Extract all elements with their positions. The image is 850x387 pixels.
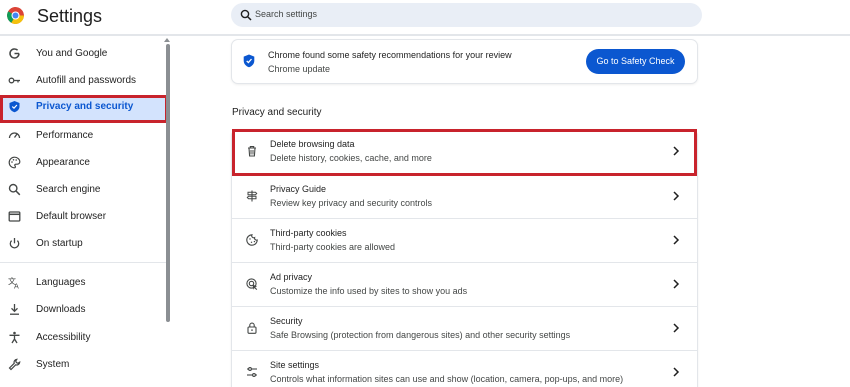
row-title: Ad privacy: [270, 272, 313, 282]
row-ad-privacy[interactable]: Ad privacy Customize the info used by si…: [232, 262, 697, 306]
svg-text:A: A: [14, 283, 19, 290]
safety-recommendation-card: Chrome found some safety recommendations…: [232, 40, 697, 83]
speedometer-icon: [8, 132, 21, 139]
sliders-icon: [247, 367, 257, 377]
row-subtitle: Review key privacy and security controls: [270, 198, 433, 208]
sidebar-item-system[interactable]: System: [0, 353, 166, 377]
sidebar-item-autofill[interactable]: Autofill and passwords: [0, 69, 166, 93]
search-icon: [240, 9, 252, 21]
shield-icon: [243, 54, 255, 68]
section-title: Privacy and security: [232, 107, 322, 118]
browser-window-icon: [8, 211, 21, 222]
accessibility-icon: [9, 331, 20, 344]
row-privacy-guide[interactable]: Privacy Guide Review key privacy and sec…: [232, 174, 697, 218]
chevron-right-icon: [673, 235, 680, 245]
scroll-up-arrow-icon[interactable]: [164, 38, 170, 42]
sidebar-item-privacy-and-security[interactable]: Privacy and security: [0, 95, 168, 123]
google-g-icon: [9, 48, 20, 59]
row-site-settings[interactable]: Site settings Controls what information …: [232, 350, 697, 387]
key-icon: [8, 77, 20, 84]
sidebar-item-label: Appearance: [36, 157, 90, 168]
search-input[interactable]: Search settings: [231, 3, 702, 27]
row-title: Security: [270, 316, 303, 326]
search-placeholder: Search settings: [255, 9, 318, 19]
row-title: Privacy Guide: [270, 184, 327, 194]
safety-card-title: Chrome found some safety recommendations…: [268, 50, 512, 60]
go-to-safety-check-button[interactable]: Go to Safety Check: [586, 49, 685, 74]
chrome-logo-icon: [7, 7, 24, 24]
chevron-right-icon: [673, 323, 680, 333]
palette-icon: [8, 156, 21, 169]
wrench-icon: [8, 358, 21, 371]
sidebar-item-label: Search engine: [36, 184, 101, 195]
translate-icon: 文 A: [8, 276, 19, 290]
sidebar-item-label: Languages: [36, 277, 86, 288]
shield-icon: [9, 101, 20, 113]
power-icon: [9, 238, 20, 249]
row-subtitle: Controls what information sites can use …: [270, 374, 624, 384]
row-subtitle: Customize the info used by sites to show…: [270, 286, 468, 296]
signpost-icon: [246, 190, 258, 202]
header-bar: Settings Search settings: [0, 0, 850, 36]
sidebar-item-label: On startup: [36, 238, 83, 249]
sidebar-item-label: Autofill and passwords: [36, 75, 137, 86]
delete-browsing-data-highlight: [232, 129, 697, 176]
row-security[interactable]: Security Safe Browsing (protection from …: [232, 306, 697, 350]
row-subtitle: Third-party cookies are allowed: [270, 242, 396, 252]
chevron-right-icon: [673, 191, 680, 201]
row-third-party-cookies[interactable]: Third-party cookies Third-party cookies …: [232, 218, 697, 262]
chevron-right-icon: [673, 279, 680, 289]
search-icon: [8, 183, 21, 196]
sidebar-item-you-and-google[interactable]: You and Google: [0, 42, 166, 66]
sidebar-item-label: Accessibility: [36, 332, 91, 343]
lock-icon: [247, 322, 257, 334]
sidebar-item-label: Default browser: [36, 211, 107, 222]
settings-window: Settings Search settings You and Google: [0, 0, 850, 387]
chevron-right-icon: [673, 367, 680, 377]
row-title: Site settings: [270, 360, 320, 370]
row-subtitle: Safe Browsing (protection from dangerous…: [270, 330, 571, 340]
sidebar-item-label: You and Google: [36, 48, 108, 59]
cookie-icon: [246, 234, 258, 246]
sidebar-item-label: System: [36, 359, 70, 370]
sidebar-scrollbar[interactable]: [166, 44, 170, 322]
sidebar-item-default-browser[interactable]: Default browser: [0, 205, 166, 229]
sidebar-item-search-engine[interactable]: Search engine: [0, 178, 166, 202]
row-title: Third-party cookies: [270, 228, 347, 238]
download-icon: [10, 304, 19, 315]
sidebar-item-downloads[interactable]: Downloads: [0, 298, 166, 322]
sidebar-item-performance[interactable]: Performance: [0, 124, 166, 148]
sidebar-divider: [0, 262, 166, 263]
sidebar-item-label: Performance: [36, 130, 94, 141]
sidebar-item-label: Privacy and security: [36, 101, 134, 112]
sidebar-item-languages[interactable]: 文 A Languages: [0, 271, 166, 295]
sidebar-item-appearance[interactable]: Appearance: [0, 151, 166, 175]
sidebar-item-accessibility[interactable]: Accessibility: [0, 326, 166, 350]
page-title: Settings: [37, 6, 103, 26]
sidebar: You and Google Autofill and passwords Pr…: [0, 36, 178, 387]
sidebar-item-on-startup[interactable]: On startup: [0, 232, 166, 256]
safety-card-subtitle: Chrome update: [268, 64, 331, 74]
ad-privacy-icon: [246, 278, 258, 290]
sidebar-item-label: Downloads: [36, 304, 86, 315]
